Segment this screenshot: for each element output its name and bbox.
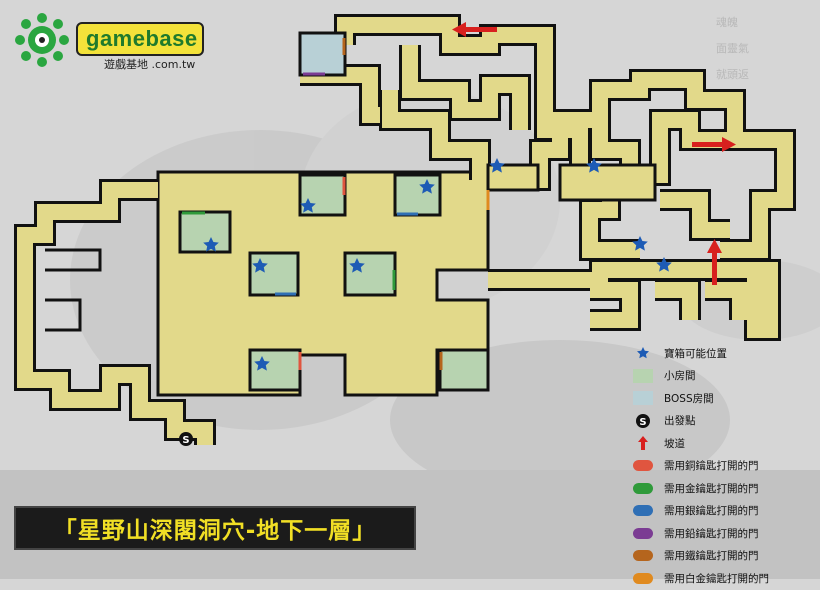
legend: 寶箱可能位置 小房間 BOSS房間 S 出發點 坡道 需用銅鑰匙打開的門 需用金… [632, 342, 820, 590]
legend-label: 需用銀鑰匙打開的門 [664, 505, 759, 518]
logo-gear-icon [15, 13, 69, 67]
legend-label: 需用金鑰匙打開的門 [664, 482, 759, 495]
start-point: S [179, 432, 193, 446]
logo-brand: gamebase [86, 26, 198, 51]
door-dot-icon [632, 481, 654, 495]
legend-label: 需用銅鑰匙打開的門 [664, 460, 759, 473]
legend-item-silver-door: 需用銀鑰匙打開的門 [632, 500, 820, 523]
legend-item-ramp: 坡道 [632, 432, 820, 455]
legend-item-platinum-door: 需用白金鑰匙打開的門 [632, 567, 820, 590]
legend-label: BOSS房間 [664, 392, 714, 405]
svg-text:S: S [639, 417, 646, 428]
door-dot-icon [632, 571, 654, 585]
map-title: 「星野山深閣洞穴-地下一層」 [53, 518, 377, 544]
boss-room-swatch [632, 391, 654, 406]
start-marker: S [182, 435, 189, 446]
door-dot-icon [632, 459, 654, 473]
legend-label: 需用鉛鑰匙打開的門 [664, 527, 759, 540]
logo-subtitle: 遊戲基地 .com.tw [104, 58, 196, 71]
legend-label: 小房間 [664, 370, 696, 383]
legend-label: 需用鐵鑰匙打開的門 [664, 550, 759, 563]
legend-item-start: S 出發點 [632, 410, 820, 433]
start-icon: S [632, 413, 654, 428]
legend-item-small-room: 小房間 [632, 365, 820, 388]
legend-item-gold-door: 需用金鑰匙打開的門 [632, 477, 820, 500]
side-mark-3: 就頭返 [716, 68, 749, 81]
legend-item-boss-room: BOSS房間 [632, 387, 820, 410]
legend-label: 坡道 [664, 437, 685, 450]
small-room-swatch [632, 368, 654, 383]
boss-room [298, 31, 347, 77]
legend-item-copper-door: 需用銅鑰匙打開的門 [632, 455, 820, 478]
legend-label: 寶箱可能位置 [664, 347, 727, 360]
door-dot-icon [632, 504, 654, 518]
gamebase-logo[interactable]: gamebase 遊戲基地 .com.tw [12, 10, 222, 72]
door-dot-icon [632, 526, 654, 540]
door-dot-icon [632, 549, 654, 563]
star-icon [632, 346, 654, 360]
legend-label: 需用白金鑰匙打開的門 [664, 572, 769, 585]
map-title-box: 「星野山深閣洞穴-地下一層」 [14, 506, 416, 550]
legend-item-lead-door: 需用鉛鑰匙打開的門 [632, 522, 820, 545]
legend-item-iron-door: 需用鐵鑰匙打開的門 [632, 545, 820, 568]
side-mark-2: 面靈氣 [716, 42, 749, 55]
ramp-arrow-icon [632, 436, 654, 451]
legend-item-chest: 寶箱可能位置 [632, 342, 820, 365]
legend-label: 出發點 [664, 415, 696, 428]
side-mark-1: 魂魄 [716, 16, 738, 29]
